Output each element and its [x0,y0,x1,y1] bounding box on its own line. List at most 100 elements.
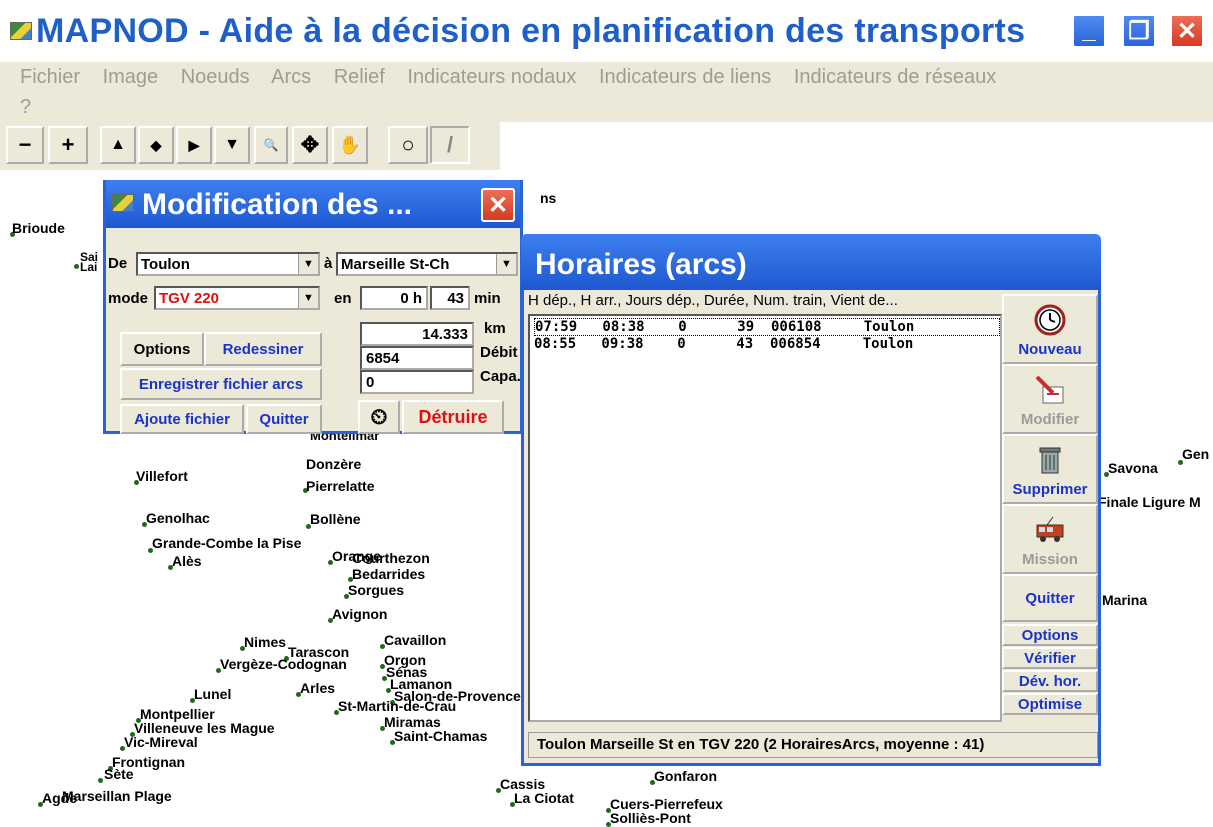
list-item[interactable]: 08:55 09:38 0 43 006854 Toulon [534,336,913,352]
chevron-down-icon[interactable]: ▼ [298,288,318,308]
capa-field[interactable]: 0 [360,370,474,394]
window-title: MAPNOD - Aide à la décision en planifica… [36,12,1026,50]
city-label: Vergèze-Codognan [220,656,347,672]
move-icon[interactable]: ✥ [292,126,328,164]
city-label: Grande-Combe la Pise [152,535,302,551]
origin-select[interactable]: Toulon ▼ [136,252,320,276]
magnifier-icon[interactable]: 🔍 [254,126,288,164]
edit-document-icon [1035,375,1064,404]
mission-button[interactable]: Mission [1002,504,1098,574]
dialog-title: Horaires (arcs) [535,248,747,281]
options-button[interactable]: Options [120,332,204,366]
dev-hor-button[interactable]: Dév. hor. [1002,670,1098,692]
destination-value: Marseille St-Ch [341,256,450,273]
city-label: Donzère [306,456,362,472]
zoom-out-button[interactable]: − [6,126,44,164]
dialog-close-button[interactable]: ✕ [481,188,515,222]
city-label: Brioude [12,220,65,236]
train-icon [1036,516,1064,542]
dialog-icon [112,194,134,212]
close-button[interactable]: ✕ [1170,14,1204,48]
menu-indicateurs-reseaux[interactable]: Indicateurs de réseaux [794,66,996,88]
menu-relief[interactable]: Relief [334,66,385,88]
km-label: km [484,320,506,337]
circle-tool-button[interactable]: ○ [388,126,428,164]
verify-button[interactable]: Vérifier [1002,647,1098,669]
chevron-down-icon[interactable]: ▼ [496,254,516,274]
hours-field[interactable]: 0 h [360,286,428,310]
zoom-in-button[interactable]: + [48,126,88,164]
city-label: Courthezon [352,550,430,566]
city-label: Avignon [332,606,388,622]
hand-icon[interactable]: ✋ [332,126,368,164]
menu-noeuds[interactable]: Noeuds [181,66,250,88]
city-label: Villefort [136,468,188,484]
dialog-title: Modification des ... [142,188,413,221]
city-label: Savona [1108,460,1158,476]
quit-button[interactable]: Quitter [1002,574,1098,622]
city-label: La Ciotat [514,790,574,806]
menu-fichier[interactable]: Fichier [20,66,80,88]
new-button[interactable]: Nouveau [1002,294,1098,364]
city-label: Genolhac [146,510,210,526]
mode-value: TGV 220 [159,290,220,307]
clock-icon[interactable]: ⏲ [358,400,400,434]
mode-select[interactable]: TGV 220 ▼ [154,286,320,310]
delete-button[interactable]: Supprimer [1002,434,1098,504]
city-label: Vic-Mireval [124,734,198,750]
pan-right-button[interactable]: ▶ [176,126,212,164]
city-label: Marseillan Plage [62,788,172,804]
app-icon [10,22,32,40]
add-file-button[interactable]: Ajoute fichier [120,404,244,434]
menu-bar: Fichier Image Noeuds Arcs Relief Indicat… [0,62,1213,122]
city-label: Lai [80,260,98,274]
debit-field[interactable]: 6854 [360,346,474,370]
mission-label: Mission [1022,551,1078,568]
status-bar: Toulon Marseille St en TGV 220 (2 Horair… [528,732,1098,758]
modify-button[interactable]: Modifier [1002,364,1098,434]
a-label: à [324,255,333,272]
save-arcs-file-button[interactable]: Enregistrer fichier arcs [120,368,322,400]
quit-button[interactable]: Quitter [246,404,322,434]
menu-help[interactable]: ? [20,96,31,119]
city-label: Pierrelatte [306,478,375,494]
chevron-down-icon[interactable]: ▼ [298,254,318,274]
pan-down-button[interactable]: ▼ [214,126,250,164]
destination-select[interactable]: Marseille St-Ch ▼ [336,252,518,276]
schedule-list[interactable]: 07:59 08:38 0 39 006108 Toulon 08:55 09:… [528,314,1002,722]
menu-arcs[interactable]: Arcs [271,66,311,88]
mode-label: mode [108,290,149,307]
menu-image[interactable]: Image [103,66,159,88]
pan-left-button[interactable]: ◆ [138,126,174,164]
delete-label: Supprimer [1012,481,1088,498]
list-item[interactable]: 07:59 08:38 0 39 006108 Toulon [534,318,1000,336]
city-label: Solliès-Pont [610,810,691,826]
dialog-title-bar[interactable]: Horaires (arcs) [521,234,1101,290]
city-label: St-Martin-de-Crau [338,698,457,714]
debit-label: Débit [480,344,518,361]
city-label: Bedarrides [352,566,426,582]
city-label: Bollène [310,511,361,527]
menu-indicateurs-nodaux[interactable]: Indicateurs nodaux [407,66,576,88]
redessiner-button[interactable]: Redessiner [204,332,322,366]
menu-indicateurs-liens[interactable]: Indicateurs de liens [599,66,771,88]
city-label: Gonfaron [654,768,717,784]
pan-up-button[interactable]: ▲ [100,126,136,164]
dialog-title-bar[interactable]: Modification des ... ✕ [106,180,520,228]
de-label: De [108,255,128,272]
minimize-button[interactable]: _ [1072,14,1106,48]
new-label: Nouveau [1018,341,1082,358]
city-label: Gen [1182,446,1210,462]
maximize-button[interactable]: ❐ [1122,14,1156,48]
delete-button[interactable]: Détruire [402,400,504,434]
options-button[interactable]: Options [1002,624,1098,646]
pencil-tool-button[interactable]: / [430,126,470,164]
modification-dialog: Modification des ... ✕ De Toulon ▼ à Mars… [103,180,523,434]
minutes-field[interactable]: 43 [430,286,470,310]
city-label: Nimes [244,634,287,650]
optimise-button[interactable]: Optimise [1002,693,1098,715]
modify-label: Modifier [1020,411,1080,428]
city-label: Sorgues [348,582,405,598]
km-field[interactable]: 14.333 [360,322,474,346]
horaires-dialog: Horaires (arcs) H dép., H arr., Jours dé… [521,234,1101,766]
